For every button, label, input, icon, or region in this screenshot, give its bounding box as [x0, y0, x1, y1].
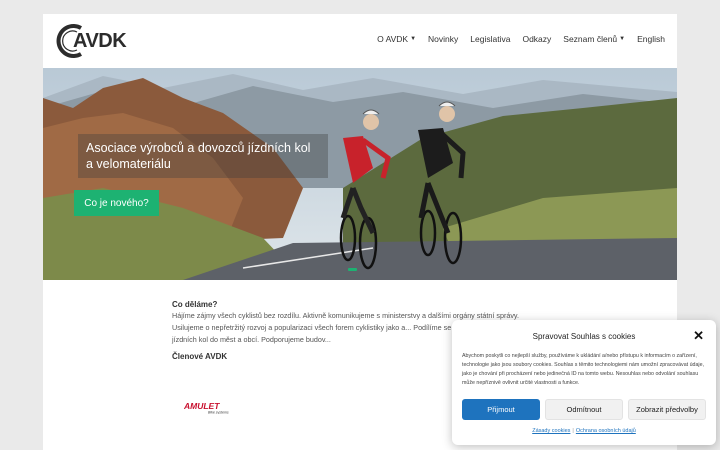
nav-label: Legislativa [470, 34, 511, 44]
link-separator: | [572, 428, 574, 434]
nav-label: Novinky [428, 34, 459, 44]
nav-item-odkazy[interactable]: Odkazy [522, 34, 551, 44]
member-logo-amulet[interactable]: AMULET Bike systems [183, 400, 232, 415]
nav-item-o-avdk[interactable]: O AVDK ▼ [377, 34, 416, 44]
deny-button[interactable]: Odmítnout [545, 399, 623, 420]
logo-text: AVDK [73, 29, 127, 52]
whats-new-button[interactable]: Co je nového? [74, 190, 159, 216]
cookie-body: Abychom poskytli co nejlepší služby, pou… [462, 353, 705, 386]
cookie-policy-link[interactable]: Zásady cookies [532, 428, 570, 434]
cookie-title: Spravovat Souhlas s cookies [532, 332, 636, 341]
cookie-consent-dialog: Spravovat Souhlas s cookies ✕ Abychom po… [452, 320, 716, 445]
preferences-button[interactable]: Zobrazit předvolby [628, 399, 706, 420]
nav-label: O AVDK [377, 34, 409, 44]
accept-button[interactable]: Přijmout [462, 399, 540, 420]
nav-item-seznam-clenu[interactable]: Seznam členů ▼ [563, 34, 625, 44]
cookie-buttons: Přijmout Odmítnout Zobrazit předvolby [462, 399, 706, 420]
svg-text:AMULET: AMULET [184, 401, 220, 411]
hero-title-box: Asociace výrobců a dovozců jízdních kol … [78, 134, 328, 178]
nav-label: Seznam členů [563, 34, 618, 44]
nav-label: Odkazy [522, 34, 552, 44]
site-header: AVDK O AVDK ▼ Novinky Legislativa Odkazy … [43, 14, 677, 68]
main-nav: O AVDK ▼ Novinky Legislativa Odkazy Sezna… [377, 34, 665, 44]
amulet-logo-icon: AMULET Bike systems [183, 401, 229, 415]
caret-down-icon: ▼ [619, 36, 626, 42]
cookie-links: Zásady cookies | Ochrana osobních údajů [452, 428, 716, 434]
nav-item-novinky[interactable]: Novinky [428, 34, 458, 44]
slider-dot-active[interactable] [348, 268, 357, 271]
privacy-policy-link[interactable]: Ochrana osobních údajů [576, 428, 636, 434]
hero-slider: Asociace výrobců a dovozců jízdních kol … [43, 68, 677, 280]
logo[interactable]: AVDK [55, 22, 127, 60]
section-heading: Co děláme? [172, 300, 218, 309]
close-icon[interactable]: ✕ [693, 329, 704, 342]
caret-down-icon: ▼ [410, 36, 417, 42]
svg-text:Bike systems: Bike systems [208, 411, 229, 415]
hero-title: Asociace výrobců a dovozců jízdních kol … [86, 141, 311, 171]
nav-label: English [637, 34, 665, 44]
nav-item-legislativa[interactable]: Legislativa [470, 34, 510, 44]
nav-item-english[interactable]: English [637, 34, 665, 44]
